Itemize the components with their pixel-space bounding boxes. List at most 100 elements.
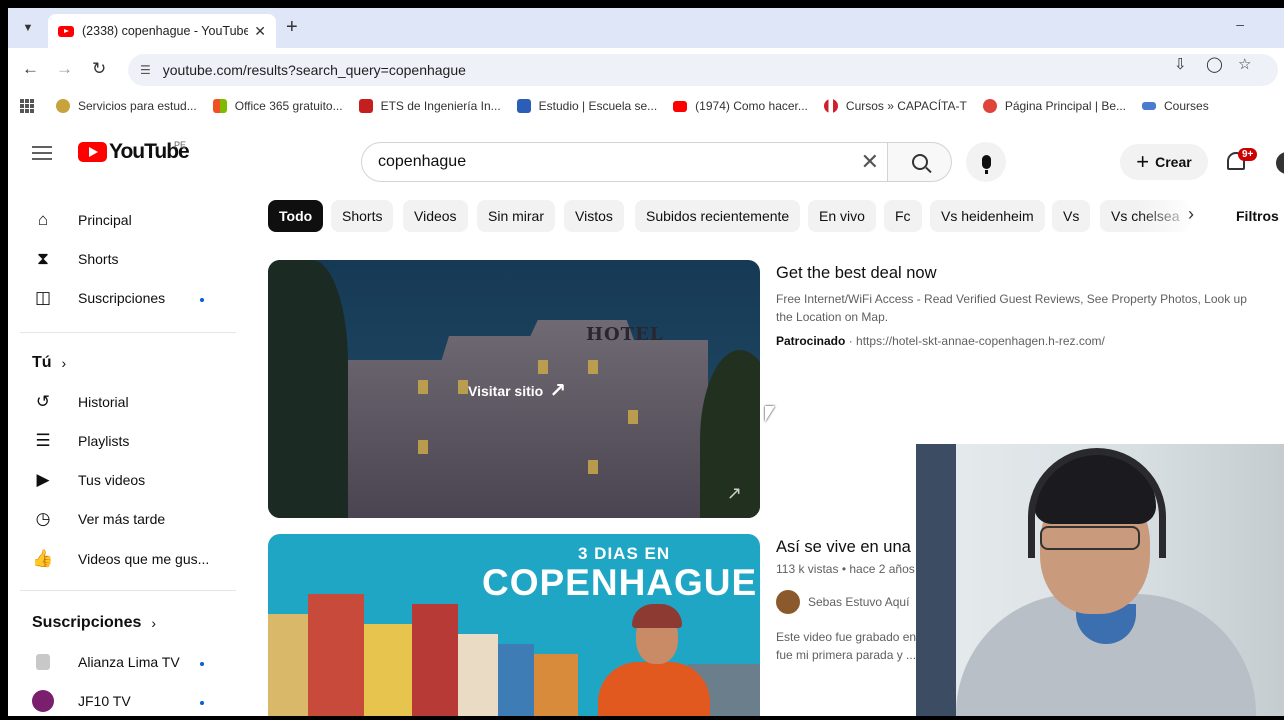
sidebar-item-videos-que-me-gustan[interactable]: 👍 Videos que me gus... — [32, 547, 209, 571]
bookmark-favicon-icon — [516, 99, 531, 113]
sidebar-item-ver-mas-tarde[interactable]: ◷ Ver más tarde — [32, 507, 166, 531]
filters-button[interactable]: Filtros — [1236, 208, 1279, 224]
video-title[interactable]: Así se vive en una — [776, 538, 911, 557]
house-image — [364, 624, 412, 716]
youtube-favicon-icon — [58, 25, 74, 37]
create-label: Crear — [1155, 154, 1192, 170]
guide-menu-icon[interactable] — [32, 146, 52, 160]
video-channel[interactable]: Sebas Estuvo Aquí — [776, 590, 909, 614]
sidebar-item-historial[interactable]: ↺ Historial — [32, 390, 129, 414]
window-light — [418, 380, 428, 394]
bookmark-cursos[interactable]: Cursos » CAPACÍTA-T — [823, 99, 967, 113]
bookmark-label: Cursos » CAPACÍTA-T — [845, 99, 967, 113]
chip-shorts[interactable]: Shorts — [331, 200, 394, 232]
chip-vistos[interactable]: Vistos — [564, 200, 624, 232]
new-tab-icon[interactable]: + — [286, 16, 298, 39]
video-age: hace 2 años — [849, 562, 915, 576]
ad-url: https://hotel-skt-annae-copenhagen.h-rez… — [856, 334, 1105, 348]
voice-search-button[interactable] — [966, 142, 1006, 182]
channel-avatar — [32, 690, 54, 712]
bookmark-label: (1974) Como hacer... — [695, 99, 808, 113]
install-app-icon[interactable]: ⇩ — [1174, 55, 1187, 73]
ad-title[interactable]: Get the best deal now — [776, 264, 937, 283]
sidebar-channel-alianza-lima-tv[interactable]: Alianza Lima TV — [32, 650, 180, 674]
chevron-right-icon[interactable]: › — [1188, 204, 1194, 225]
youtube-page: YouTube PE copenhague ✕ + Crear 9+ ⌂ Pri… — [8, 120, 1284, 716]
url-field[interactable]: ☰ youtube.com/results?search_query=copen… — [128, 54, 1278, 86]
clear-search-icon[interactable]: ✕ — [861, 149, 879, 175]
sidebar-item-label: Videos que me gus... — [78, 551, 210, 567]
bookmark-favicon-icon — [673, 100, 688, 112]
forward-icon[interactable]: → — [56, 59, 73, 79]
ad-sponsor-line[interactable]: Patrocinado · https://hotel-skt-annae-co… — [776, 334, 1105, 348]
youtube-logo[interactable]: YouTube PE — [78, 140, 190, 164]
reload-icon[interactable]: ↻ — [92, 59, 106, 79]
bookmark-label: Courses — [1164, 99, 1209, 113]
country-code: PE — [174, 140, 187, 150]
bookmark-office365[interactable]: Office 365 gratuito... — [212, 99, 343, 113]
video-meta: 113 k vistas • hace 2 años — [776, 562, 915, 576]
visit-site-button[interactable]: Visitar sitio ↗ — [468, 378, 566, 403]
headset-image — [1028, 448, 1166, 558]
video-thumbnail[interactable]: 3 DIAS EN COPENHAGUE — [268, 534, 760, 716]
chip-videos[interactable]: Videos — [403, 200, 468, 232]
tracking-protection-icon[interactable]: ◯ — [1206, 55, 1223, 73]
chevron-right-icon: › — [61, 355, 67, 371]
tab-search-dropdown-icon[interactable]: ▼ — [18, 18, 38, 38]
channel-avatar[interactable] — [776, 590, 800, 614]
chip-en-vivo[interactable]: En vivo — [808, 200, 876, 232]
chip-todo[interactable]: Todo — [268, 200, 324, 232]
sidebar-item-suscripciones[interactable]: ◫ Suscripciones — [32, 286, 165, 310]
history-icon: ↺ — [35, 392, 51, 411]
bookmark-estudio[interactable]: Estudio | Escuela se... — [516, 99, 657, 113]
account-avatar[interactable] — [1276, 152, 1284, 174]
window-light — [588, 360, 598, 374]
sidebar-item-principal[interactable]: ⌂ Principal — [32, 208, 132, 232]
ad-thumbnail[interactable]: HOTEL Visitar sitio ↗ ↗ — [268, 260, 760, 518]
person-image — [598, 662, 710, 716]
browser-address-bar: ← → ↻ ☰ youtube.com/results?search_query… — [8, 48, 1284, 92]
hotel-sign-text: HOTEL — [586, 324, 664, 345]
apps-grid-icon[interactable] — [20, 99, 34, 113]
sidebar-item-tus-videos[interactable]: ▶ Tus videos — [32, 468, 145, 492]
chip-vs-heidenheim[interactable]: Vs heidenheim — [930, 200, 1045, 232]
external-link-arrow-icon: ↗ — [726, 483, 742, 503]
search-icon — [911, 154, 928, 170]
sidebar-item-label: Historial — [78, 394, 129, 410]
bookmark-servicios[interactable]: Servicios para estud... — [56, 99, 197, 113]
create-button[interactable]: + Crear — [1120, 144, 1208, 180]
chip-fc[interactable]: Fc — [884, 200, 922, 232]
youtube-play-logo-icon — [78, 142, 107, 162]
url-text: youtube.com/results?search_query=copenha… — [162, 62, 466, 78]
playlists-icon: ☰ — [35, 431, 51, 450]
bookmark-pagina-principal[interactable]: Página Principal | Be... — [982, 99, 1126, 113]
sidebar-item-label: Suscripciones — [78, 290, 166, 306]
thumbnail-title-line2: COPENHAGUE — [482, 562, 758, 603]
browser-tab-youtube[interactable]: (2338) copenhague - YouTube ✕ — [48, 14, 276, 48]
chip-sin-mirar[interactable]: Sin mirar — [477, 200, 556, 232]
bookmark-youtube-video[interactable]: (1974) Como hacer... — [673, 99, 808, 113]
window-light — [418, 440, 428, 454]
screen: ▼ (2338) copenhague - YouTube ✕ + – ← → … — [8, 8, 1284, 716]
microphone-icon — [981, 155, 991, 174]
sidebar-you-heading[interactable]: Tú › — [32, 354, 66, 372]
back-icon[interactable]: ← — [22, 59, 39, 79]
bookmark-label: Servicios para estud... — [78, 99, 197, 113]
mouse-cursor-icon — [765, 406, 775, 422]
search-input[interactable]: copenhague ✕ — [361, 142, 888, 182]
bookmark-favicon-icon — [823, 99, 838, 113]
minimize-window-icon[interactable]: – — [1236, 16, 1244, 32]
search-button[interactable] — [888, 142, 952, 182]
bookmark-courses[interactable]: Courses — [1142, 99, 1209, 113]
sidebar-item-shorts[interactable]: ⧗ Shorts — [32, 247, 118, 271]
sidebar-channel-jf10-tv[interactable]: JF10 TV — [32, 689, 131, 713]
chip-subidos-recientemente[interactable]: Subidos recientemente — [635, 200, 801, 232]
tab-close-icon[interactable]: ✕ — [254, 23, 266, 40]
bookmark-ets[interactable]: ETS de Ingeniería In... — [358, 99, 501, 113]
thumbnail-title-line1: 3 DIAS EN — [578, 544, 671, 563]
chip-vs[interactable]: Vs — [1052, 200, 1091, 232]
bookmark-star-icon[interactable]: ☆ — [1238, 55, 1251, 73]
sidebar-item-playlists[interactable]: ☰ Playlists — [32, 429, 129, 453]
sidebar-subscriptions-heading[interactable]: Suscripciones › — [32, 614, 156, 632]
site-info-icon[interactable]: ☰ — [140, 63, 151, 77]
